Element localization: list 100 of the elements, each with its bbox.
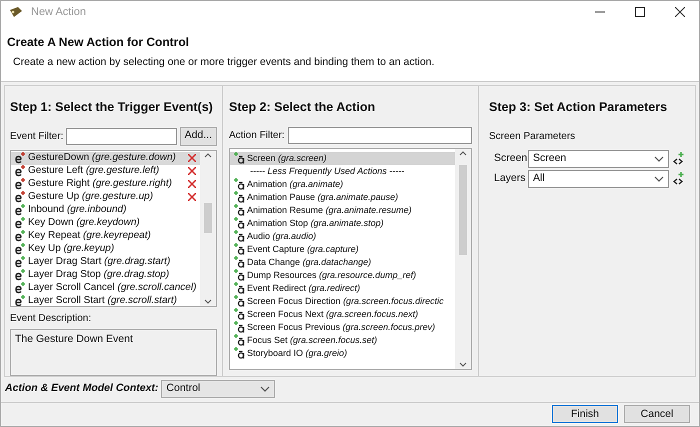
event-icon (14, 243, 27, 255)
event-icon (14, 295, 27, 306)
window-title: New Action (31, 4, 86, 20)
event-list-item[interactable]: Layer Scroll Start (gre.scroll.start) (11, 294, 200, 306)
field-label: Event Filter: (10, 130, 64, 144)
event-list-item[interactable]: Layer Drag Stop (gre.drag.stop) (11, 268, 200, 282)
action-name: Data Change (gra.datachange) (247, 256, 372, 268)
event-icon (14, 165, 27, 177)
action-name: Screen Focus Previous (gra.screen.focus.prev) (247, 321, 436, 333)
action-name: Audio (gra.audio) (247, 230, 316, 242)
action-icon (233, 347, 246, 359)
action-icon (233, 321, 246, 333)
action-name: Animation Resume (gra.animate.resume) (247, 204, 412, 216)
action-icon (233, 152, 246, 164)
action-name: Screen Focus Direction (gra.screen.focus.directic (247, 295, 444, 307)
event-icon (14, 217, 27, 229)
event-list-item[interactable]: Gesture Right (gre.gesture.right) (11, 178, 200, 190)
list-separator-label: ----- Less Frequently Used Actions ----- (249, 164, 404, 178)
event-name: Key Down (gre.keydown) (28, 217, 140, 229)
action-icon (233, 230, 246, 242)
event-name: Layer Scroll Cancel (gre.scroll.cancel) (28, 282, 196, 294)
event-name: Key Up (gre.keyup) (28, 243, 114, 255)
dialog-heading: Create A New Action for Control (7, 34, 190, 51)
event-name: GestureDown (gre.gesture.down) (28, 152, 176, 164)
action-icon (233, 308, 246, 320)
event-name: Gesture Right (gre.gesture.right) (28, 178, 172, 190)
param-dropdown[interactable]: Screen (528, 150, 669, 168)
action-list-item[interactable]: Screen (gra.screen) (230, 152, 455, 164)
event-list-item[interactable]: Layer Scroll Cancel (gre.scroll.cancel) (11, 282, 200, 294)
action-icon (233, 269, 246, 281)
event-filter-field[interactable] (66, 128, 177, 144)
variable-add-icon[interactable] (673, 172, 685, 186)
action-icon (233, 243, 246, 255)
event-name: Gesture Up (gre.gesture.up) (28, 191, 154, 203)
chevron-down-icon (654, 176, 664, 182)
action-name: Animation Stop (gra.animate.stop) (247, 217, 384, 229)
dialog-description: Create a new action by selecting one or more trigger events and binding them to an action. (12, 55, 436, 70)
add-button[interactable]: Add... (180, 126, 217, 146)
event-name: Gesture Left (gre.gesture.left) (28, 165, 160, 177)
remove-icon[interactable] (188, 193, 196, 201)
action-name: Screen (gra.screen) (247, 152, 327, 164)
action-name: Animation (gra.animate) (247, 178, 344, 190)
field-label: Action Filter: (229, 128, 285, 142)
cancel-button[interactable]: Cancel (624, 405, 690, 424)
action-filter-field[interactable] (288, 126, 472, 144)
maximize-icon[interactable] (635, 7, 645, 17)
remove-icon[interactable] (188, 167, 196, 175)
step-title: Step 2: Select the Action (229, 98, 376, 116)
action-icon (233, 204, 246, 216)
event-icon (14, 269, 27, 281)
action-name: Focus Set (gra.screen.focus.set) (247, 334, 378, 346)
action-icon (233, 282, 246, 294)
action-name: Animation Pause (gra.animate.pause) (247, 191, 398, 203)
param-label: Screen (494, 150, 524, 166)
event-list-item[interactable]: GestureDown (gre.gesture.down) (11, 152, 200, 164)
event-description-text: The Gesture Down Event (14, 332, 134, 348)
chevron-down-icon (260, 386, 270, 392)
event-icon (14, 204, 27, 216)
step-title: Step 1: Select the Trigger Event(s) (10, 98, 214, 116)
field-label: Event Description: (10, 312, 92, 326)
action-icon (233, 217, 246, 229)
event-list-item[interactable]: Key Repeat (gre.keyrepeat) (11, 230, 200, 242)
param-label: Layers (494, 170, 524, 186)
remove-icon[interactable] (188, 180, 196, 188)
event-list-item[interactable]: Layer Drag Start (gre.drag.start) (11, 256, 200, 268)
action-name: Event Redirect (gra.redirect) (247, 282, 360, 294)
variable-add-icon[interactable] (673, 152, 685, 166)
event-name: Inbound (gre.inbound) (28, 204, 126, 216)
event-list-item[interactable]: Key Down (gre.keydown) (11, 216, 200, 230)
finish-button[interactable]: Finish (552, 405, 618, 424)
event-icon (14, 152, 27, 164)
event-name: Key Repeat (gre.keyrepeat) (28, 230, 151, 242)
event-icon (14, 230, 27, 242)
action-icon (233, 178, 246, 190)
event-icon (14, 256, 27, 268)
event-list-item[interactable]: Gesture Up (gre.gesture.up) (11, 190, 200, 204)
event-icon (14, 191, 27, 203)
app-icon (9, 7, 23, 17)
event-name: Layer Scroll Start (gre.scroll.start) (28, 295, 177, 306)
event-list-item[interactable]: Key Up (gre.keyup) (11, 242, 200, 256)
close-icon[interactable] (675, 7, 685, 17)
event-icon (14, 178, 27, 190)
event-name: Layer Drag Stop (gre.drag.stop) (28, 269, 170, 281)
action-name: Screen Focus Next (gra.screen.focus.next) (247, 308, 418, 320)
action-name: Dump Resources (gra.resource.dump_ref) (247, 269, 416, 281)
scroll-bar[interactable] (455, 148, 471, 368)
event-icon (14, 282, 27, 294)
chevron-down-icon (654, 156, 664, 162)
action-name: Storyboard IO (gra.greio) (247, 347, 348, 359)
event-list-item[interactable]: Inbound (gre.inbound) (11, 204, 200, 216)
remove-icon[interactable] (188, 154, 196, 162)
param-dropdown[interactable]: All (528, 170, 669, 188)
action-name: Event Capture (gra.capture) (247, 243, 359, 255)
action-icon (233, 256, 246, 268)
context-dropdown[interactable]: Control (161, 380, 276, 398)
event-list-item[interactable]: Gesture Left (gre.gesture.left) (11, 164, 200, 178)
action-icon (233, 334, 246, 346)
group-label: Screen Parameters (489, 130, 576, 144)
context-label: Action & Event Model Context: (5, 381, 158, 396)
scroll-bar[interactable] (200, 150, 216, 306)
